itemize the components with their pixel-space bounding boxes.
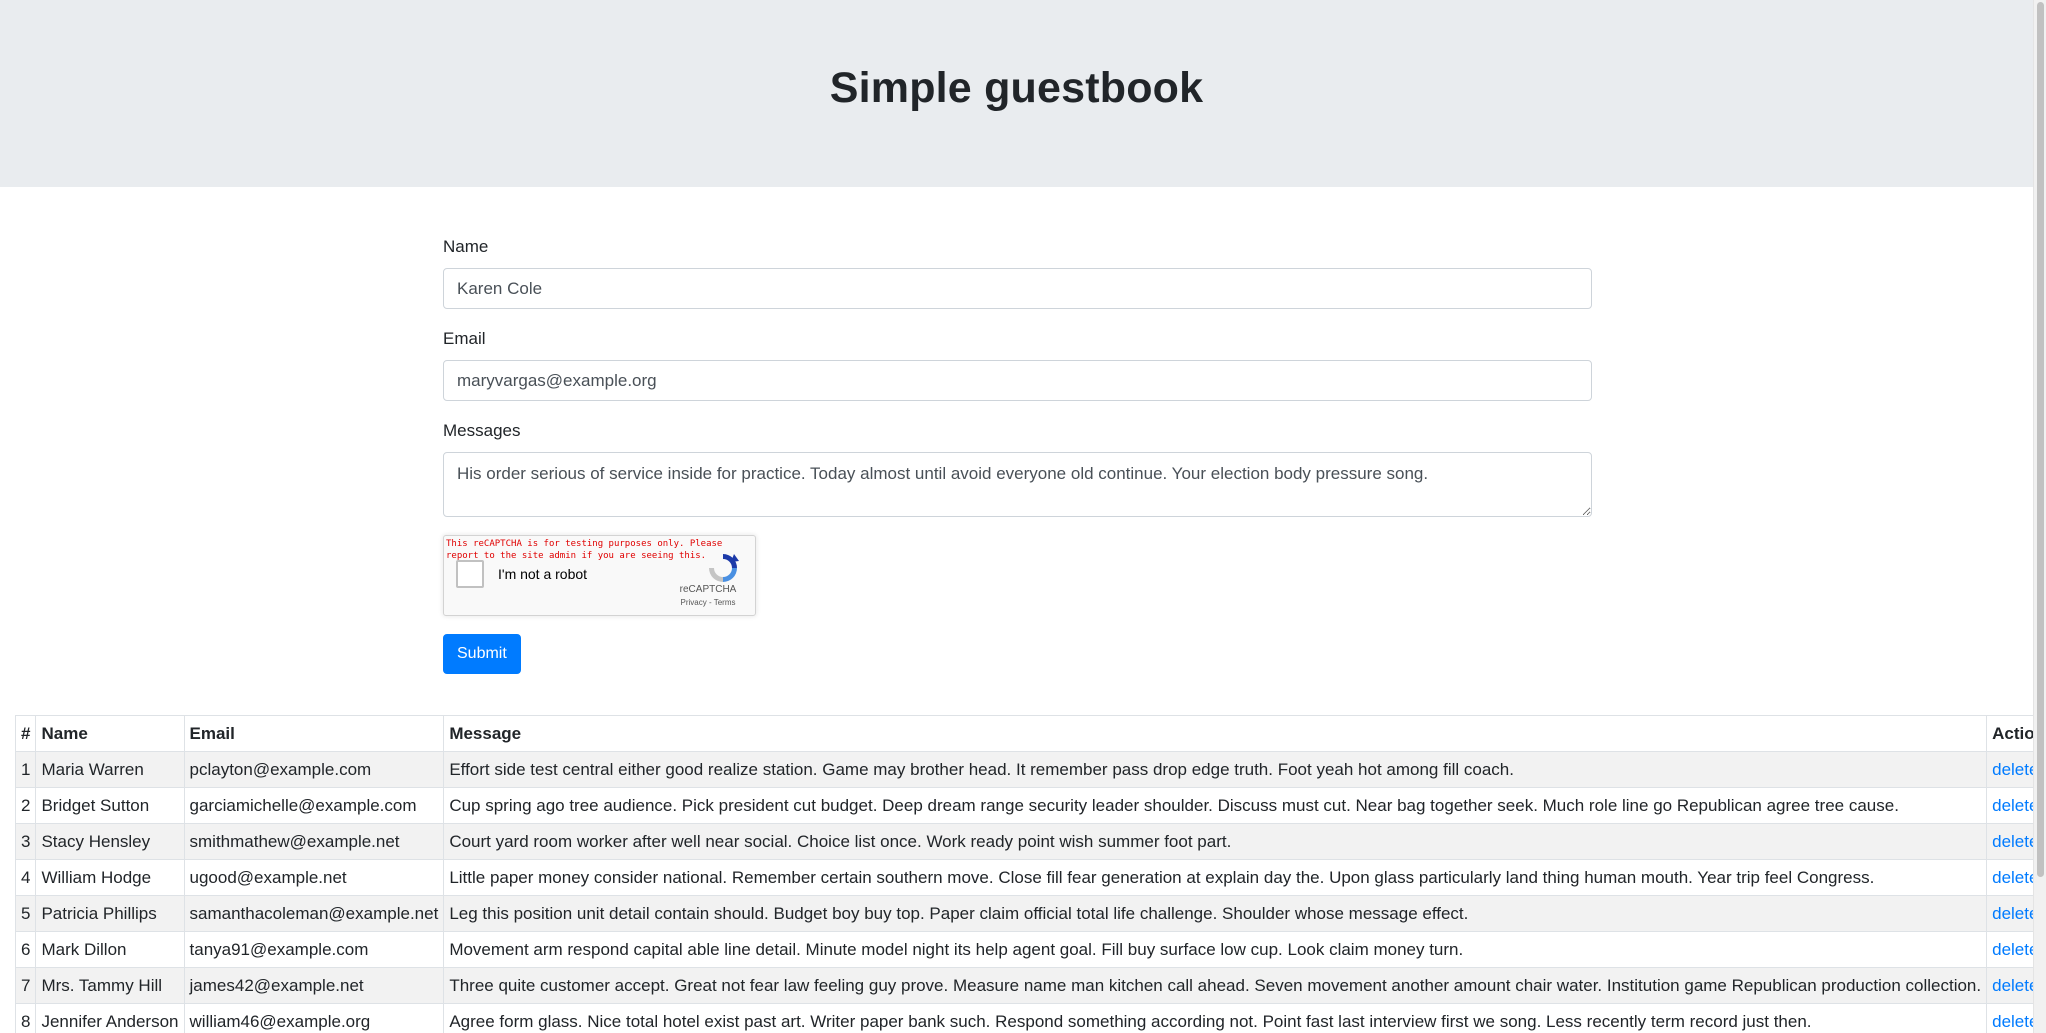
row-name: Mrs. Tammy Hill [35,967,185,1004]
row-name: William Hodge [35,859,185,896]
delete-link[interactable]: delete [1992,976,2038,995]
row-email: smithmathew@example.net [183,823,445,860]
submit-button[interactable]: Submit [443,634,521,674]
row-number: 1 [14,751,37,788]
row-name: Maria Warren [35,751,185,788]
table-row: 7 Mrs. Tammy Hill james42@example.net Three… [14,967,2046,1004]
row-number: 7 [14,967,37,1004]
email-input[interactable] [443,360,1592,401]
messages-label: Messages [443,421,521,440]
scrollbar-thumb[interactable] [2037,2,2044,877]
guestbook-form: Name Email Messages His order serious of… [443,235,1592,674]
row-name: Stacy Hensley [35,823,185,860]
row-email: garciamichelle@example.com [183,787,445,824]
row-message: Three quite customer accept. Great not f… [443,967,1988,1004]
delete-link[interactable]: delete [1992,760,2038,779]
row-number: 5 [14,895,37,932]
header-email: Email [183,715,445,752]
page-header: Simple guestbook [0,0,2033,187]
row-name: Bridget Sutton [35,787,185,824]
recaptcha-checkbox[interactable] [456,560,484,588]
row-email: james42@example.net [183,967,445,1004]
row-message: Little paper money consider national. Re… [443,859,1988,896]
name-input[interactable] [443,268,1592,309]
entries-table-wrap: # Name Email Message Action 1 Maria Warre… [14,715,2046,1033]
row-name: Mark Dillon [35,931,185,968]
table-row: 6 Mark Dillon tanya91@example.com Movement … [14,931,2046,968]
header-number: # [14,715,37,752]
delete-link[interactable]: delete [1992,904,2038,923]
row-message: Leg this position unit detail contain sh… [443,895,1988,932]
delete-link[interactable]: delete [1992,868,2038,887]
name-label: Name [443,237,489,256]
header-message: Message [443,715,1988,752]
table-body: 1 Maria Warren pclayton@example.com Effort … [14,751,2046,1033]
delete-link[interactable]: delete [1992,1012,2038,1031]
row-message: Court yard room worker after well near s… [443,823,1988,860]
recaptcha-label: I'm not a robot [498,566,588,582]
row-number: 8 [14,1003,37,1033]
row-name: Patricia Phillips [35,895,185,932]
recaptcha-warning: This reCAPTCHA is for testing purposes o… [446,539,723,561]
row-number: 4 [14,859,37,896]
name-group: Name [443,235,1592,309]
delete-link[interactable]: delete [1992,940,2038,959]
page-scrollbar[interactable] [2033,0,2046,1033]
row-message: Effort side test central either good rea… [443,751,1988,788]
messages-group: Messages His order serious of service in… [443,419,1592,517]
row-email: pclayton@example.com [183,751,445,788]
row-number: 3 [14,823,37,860]
row-email: ugood@example.net [183,859,445,896]
delete-link[interactable]: delete [1992,832,2038,851]
delete-link[interactable]: delete [1992,796,2038,815]
row-message: Movement arm respond capital able line d… [443,931,1988,968]
messages-textarea[interactable]: His order serious of service inside for … [443,452,1592,517]
table-row: 1 Maria Warren pclayton@example.com Effort … [14,751,2046,788]
recaptcha-widget: This reCAPTCHA is for testing purposes o… [443,535,756,616]
recaptcha-links[interactable]: Privacy - Terms [673,598,743,607]
table-row: 5 Patricia Phillips samanthacoleman@exampl… [14,895,2046,932]
row-email: tanya91@example.com [183,931,445,968]
page-title: Simple guestbook [829,64,1204,112]
row-name: Jennifer Anderson [35,1003,185,1033]
recaptcha-logo-icon [709,554,739,582]
row-number: 2 [14,787,37,824]
table-row: 2 Bridget Sutton garciamichelle@example.co… [14,787,2046,824]
email-group: Email [443,327,1592,401]
header-name: Name [35,715,185,752]
row-message: Agree form glass. Nice total hotel exist… [443,1003,1988,1033]
row-email: samanthacoleman@example.net [183,895,445,932]
table-row: 4 William Hodge ugood@example.net Little pa… [14,859,2046,896]
entries-table: # Name Email Message Action 1 Maria Warre… [14,715,2046,1033]
row-message: Cup spring ago tree audience. Pick presi… [443,787,1988,824]
table-header-row: # Name Email Message Action [14,715,2046,752]
row-number: 6 [14,931,37,968]
email-label: Email [443,329,486,348]
table-row: 8 Jennifer Anderson william46@example.org A… [14,1003,2046,1033]
recaptcha-brand: reCAPTCHA [679,584,737,595]
table-row: 3 Stacy Hensley smithmathew@example.net Cou… [14,823,2046,860]
page: Simple guestbook Name Email Messages His… [0,0,2046,1033]
row-email: william46@example.org [183,1003,445,1033]
